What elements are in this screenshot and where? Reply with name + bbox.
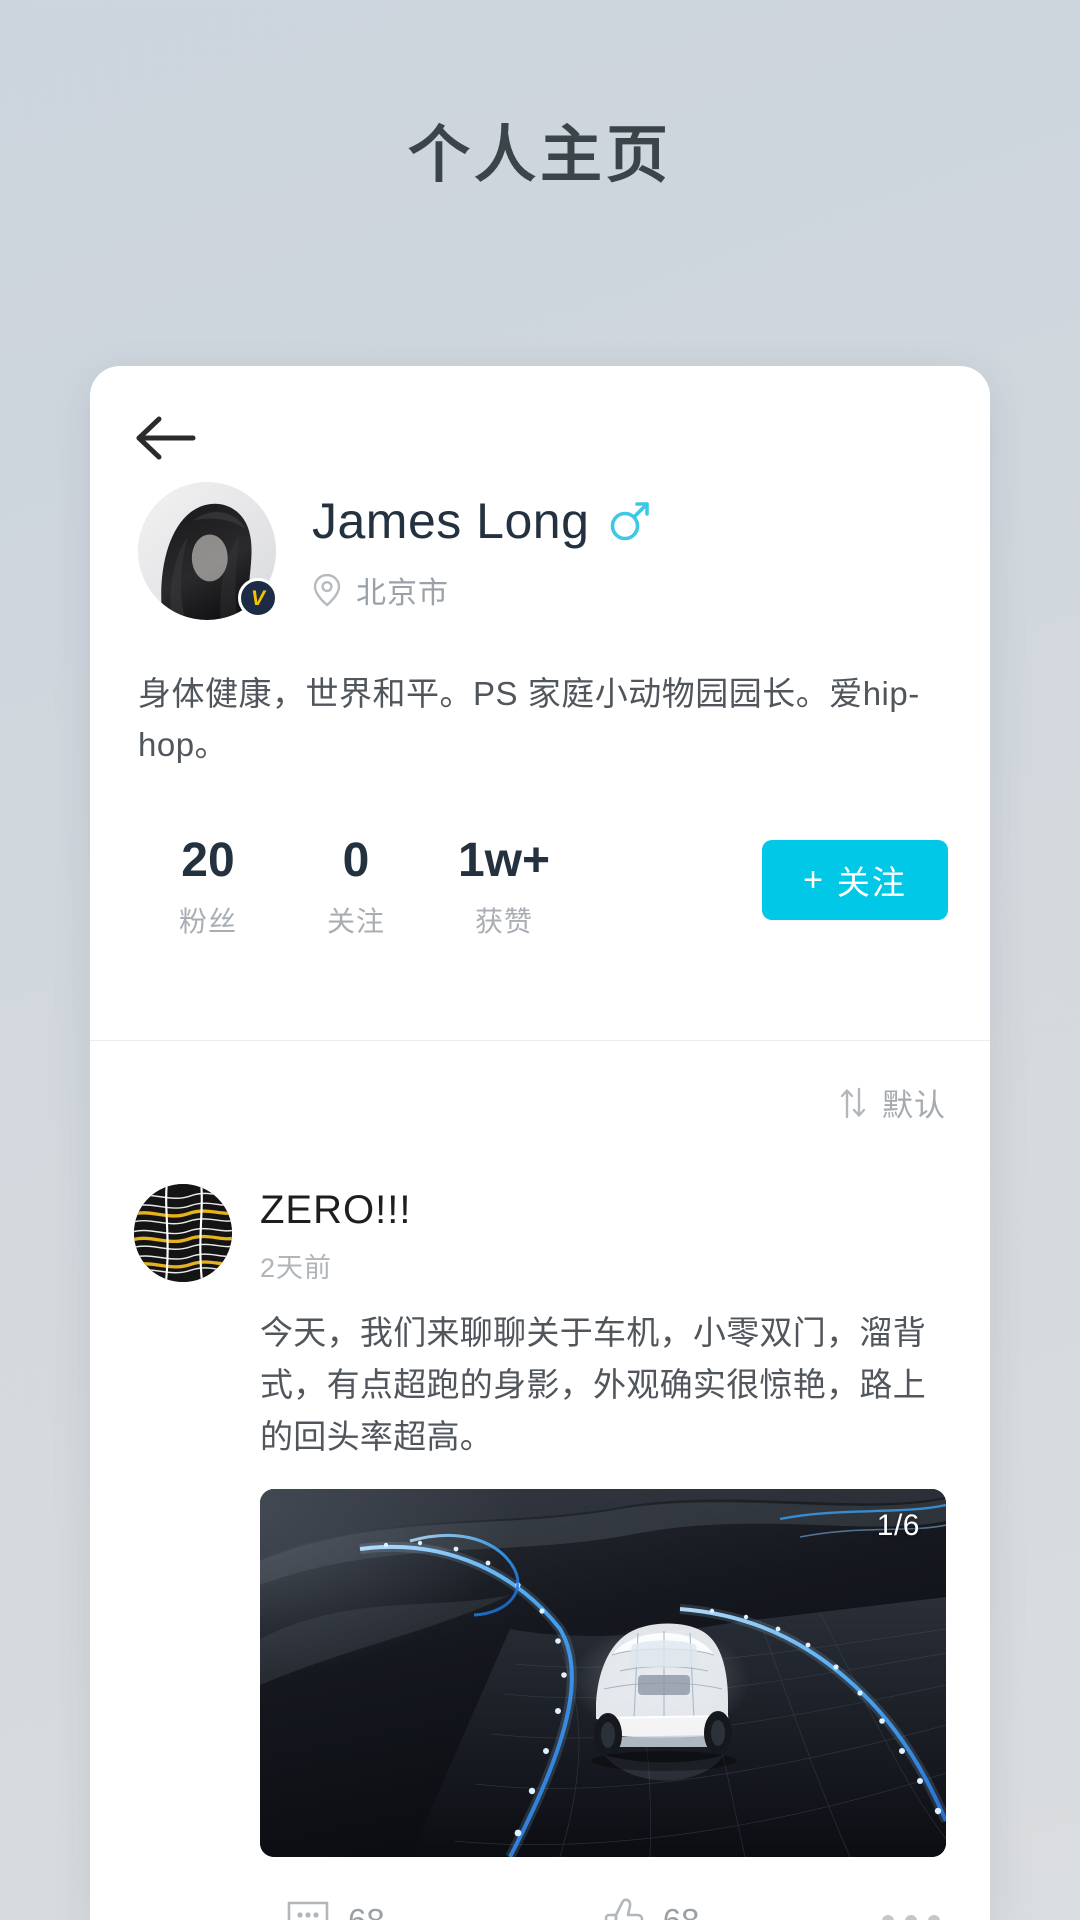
like-count: 68 (663, 1902, 700, 1920)
stats-row: 20 粉丝 0 关注 1w+ 获赞 + 关注 (90, 834, 990, 940)
post-image[interactable]: 1/6 (260, 1489, 946, 1858)
stat-following-value: 0 (342, 834, 370, 887)
thumbs-up-icon (603, 1897, 645, 1920)
sort-control[interactable]: 默认 (838, 1080, 946, 1125)
male-symbol-icon (607, 498, 653, 544)
avatar-wrapper[interactable]: V (138, 482, 278, 620)
name-row: James Long (312, 496, 653, 546)
dot-3 (928, 1915, 940, 1920)
post-timestamp: 2天前 (260, 1253, 333, 1283)
like-action[interactable]: 68 (603, 1897, 700, 1920)
stat-likes-value: 1w+ (457, 834, 551, 887)
feed-post: ZERO!!! 2天前 今天，我们来聊聊关于车机，小零双门，溜背式，有点超跑的身… (90, 1184, 990, 1920)
verified-badge: V (238, 578, 278, 618)
stat-following[interactable]: 0 关注 (282, 834, 430, 940)
post-header: ZERO!!! 2天前 (134, 1184, 946, 1285)
follow-button-label: 关注 (836, 864, 907, 901)
post-author-avatar[interactable] (134, 1184, 232, 1282)
comment-action[interactable]: 68 (286, 1898, 385, 1920)
user-name: James Long (312, 493, 590, 549)
section-divider (90, 1040, 990, 1041)
follow-button[interactable]: + 关注 (762, 840, 948, 920)
stat-followers-value: 20 (181, 834, 235, 887)
stat-likes[interactable]: 1w+ 获赞 (430, 834, 578, 940)
plus-icon: + (803, 860, 825, 899)
comment-count: 68 (348, 1902, 385, 1920)
post-action-bar: 68 68 (260, 1883, 946, 1920)
image-counter: 1/6 (876, 1509, 920, 1543)
profile-bio: 身体健康，世界和平。PS 家庭小动物园园长。爱hip-hop。 (138, 675, 920, 764)
more-dots-icon[interactable] (882, 1915, 946, 1920)
stat-followers-label: 粉丝 (178, 906, 237, 938)
stat-following-label: 关注 (326, 906, 385, 938)
sort-label: 默认 (882, 1088, 946, 1123)
post-text: 今天，我们来聊聊关于车机，小零双门，溜背式，有点超跑的身影，外观确实很惊艳，路上… (260, 1314, 926, 1456)
page-title: 个人主页 (407, 121, 672, 190)
profile-card: V James Long 北京市 身体健康，世界和平。PS 家庭小动物园园长。爱… (90, 366, 990, 1920)
dot-2 (905, 1915, 917, 1920)
location-pin-icon (312, 572, 342, 608)
back-button[interactable] (135, 406, 211, 470)
name-block: James Long 北京市 (312, 482, 653, 612)
location-text: 北京市 (356, 577, 449, 610)
dot-1 (882, 1915, 894, 1920)
comment-bubble-icon (286, 1898, 330, 1920)
location-row: 北京市 (312, 568, 653, 612)
stat-followers[interactable]: 20 粉丝 (134, 834, 282, 940)
sort-updown-icon (838, 1086, 868, 1120)
post-meta: ZERO!!! 2天前 (260, 1184, 411, 1285)
profile-header: V James Long 北京市 (90, 482, 990, 620)
arrow-left-icon (135, 413, 197, 463)
stat-likes-label: 获赞 (474, 906, 533, 938)
post-author-name: ZERO!!! (260, 1188, 412, 1232)
